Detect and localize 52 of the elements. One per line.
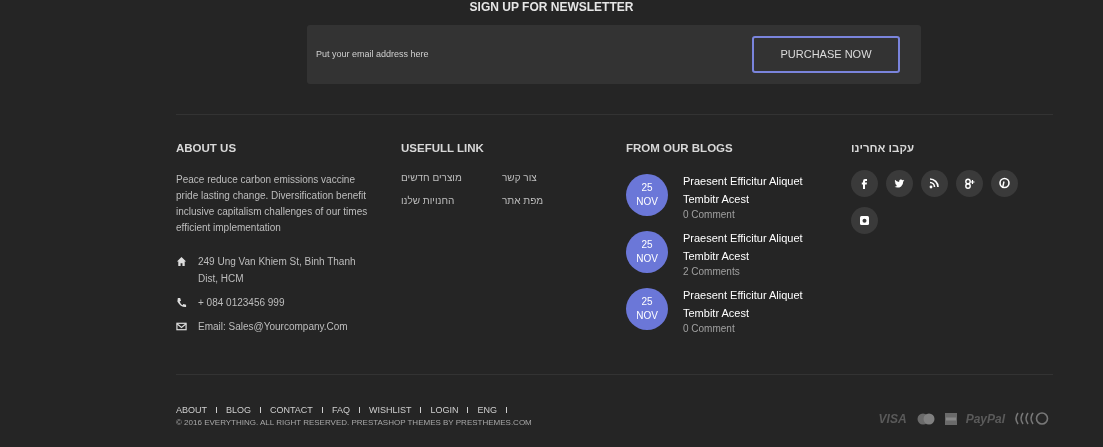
comment-count: 0 Comment [683, 208, 736, 223]
rss-icon [928, 177, 941, 191]
date-month: NOV [636, 252, 658, 267]
date-month: NOV [636, 309, 658, 324]
contactless-icon [1014, 412, 1050, 425]
twitter-button[interactable] [886, 170, 913, 198]
phone-icon [176, 297, 187, 309]
date-month: NOV [636, 195, 658, 210]
bottom-link[interactable]: LOGIN [430, 404, 459, 416]
blog-post-link[interactable]: Praesent Efficitur Aliquet Tembitr Acest [683, 229, 833, 266]
copyright-text: © 2016 EVERYTHING. ALL RIGHT RESERVED. PRESTASHOP THEMES BY PRESTHEMES.COM [176, 417, 532, 428]
footer-link[interactable]: החנויות שלנו [401, 193, 455, 209]
card-logo-icon [915, 412, 936, 425]
blog-post-link[interactable]: Praesent Efficitur Aliquet Tembitr Acest [683, 286, 833, 323]
comment-count: 2 Comments [683, 265, 741, 280]
facebook-button[interactable] [851, 170, 878, 198]
bottom-link[interactable]: ABOUT [176, 404, 207, 416]
column-heading: FROM OUR BLOGS [626, 141, 734, 156]
date-day: 25 [641, 238, 653, 253]
pinterest-icon [998, 177, 1011, 191]
footer-link[interactable]: מפת אתר [502, 193, 544, 209]
instagram-icon [858, 214, 871, 228]
about-text: Peace reduce carbon emissions vaccine pride lasting change. Diversification benefit inclusive capitalism challenges of our times efficient implementation [176, 173, 369, 236]
column-heading: עקבו אחרינו [851, 141, 915, 156]
googleplus-icon [963, 177, 976, 191]
googleplus-button[interactable] [956, 170, 983, 198]
footer-link[interactable]: מוצרים חדשים [401, 170, 462, 186]
bottom-link[interactable]: CONTACT [270, 404, 313, 416]
comment-count: 0 Comment [683, 322, 736, 337]
address-icon [176, 256, 187, 268]
card-logo-icon [944, 412, 957, 425]
date-day: 25 [641, 181, 653, 196]
date-day: 25 [641, 295, 653, 310]
contact-text: 249 Ung Van Khiem St, Binh Thanh Dist, HCM [198, 255, 357, 287]
blog-post-link[interactable]: Praesent Efficitur Aliquet Tembitr Acest [683, 172, 833, 209]
instagram-button[interactable] [851, 207, 878, 235]
email-icon [176, 321, 187, 333]
bottom-link[interactable]: BLOG [226, 404, 252, 416]
bottom-link[interactable]: FAQ [331, 404, 350, 416]
column-heading: USEFULL LINK [401, 141, 485, 156]
newsletter-title: SIGN UP FOR NEWSLETTER [469, 0, 634, 12]
contact-text: Email: Sales@Yourcompany.Com [198, 320, 348, 335]
bottom-link[interactable]: ENG [477, 404, 497, 416]
twitter-icon [893, 177, 906, 191]
footer-link[interactable]: צור קשר [502, 170, 537, 186]
bottom-link[interactable]: WISHLIST [368, 404, 412, 416]
purchase-button[interactable]: PURCHASE NOW [752, 36, 900, 73]
column-heading: ABOUT US [176, 141, 238, 156]
pinterest-button[interactable] [991, 170, 1018, 198]
rss-button[interactable] [921, 170, 948, 198]
contact-text: + 084 0123456 999 [198, 296, 285, 311]
email-input[interactable]: Put your email address here [316, 47, 716, 62]
